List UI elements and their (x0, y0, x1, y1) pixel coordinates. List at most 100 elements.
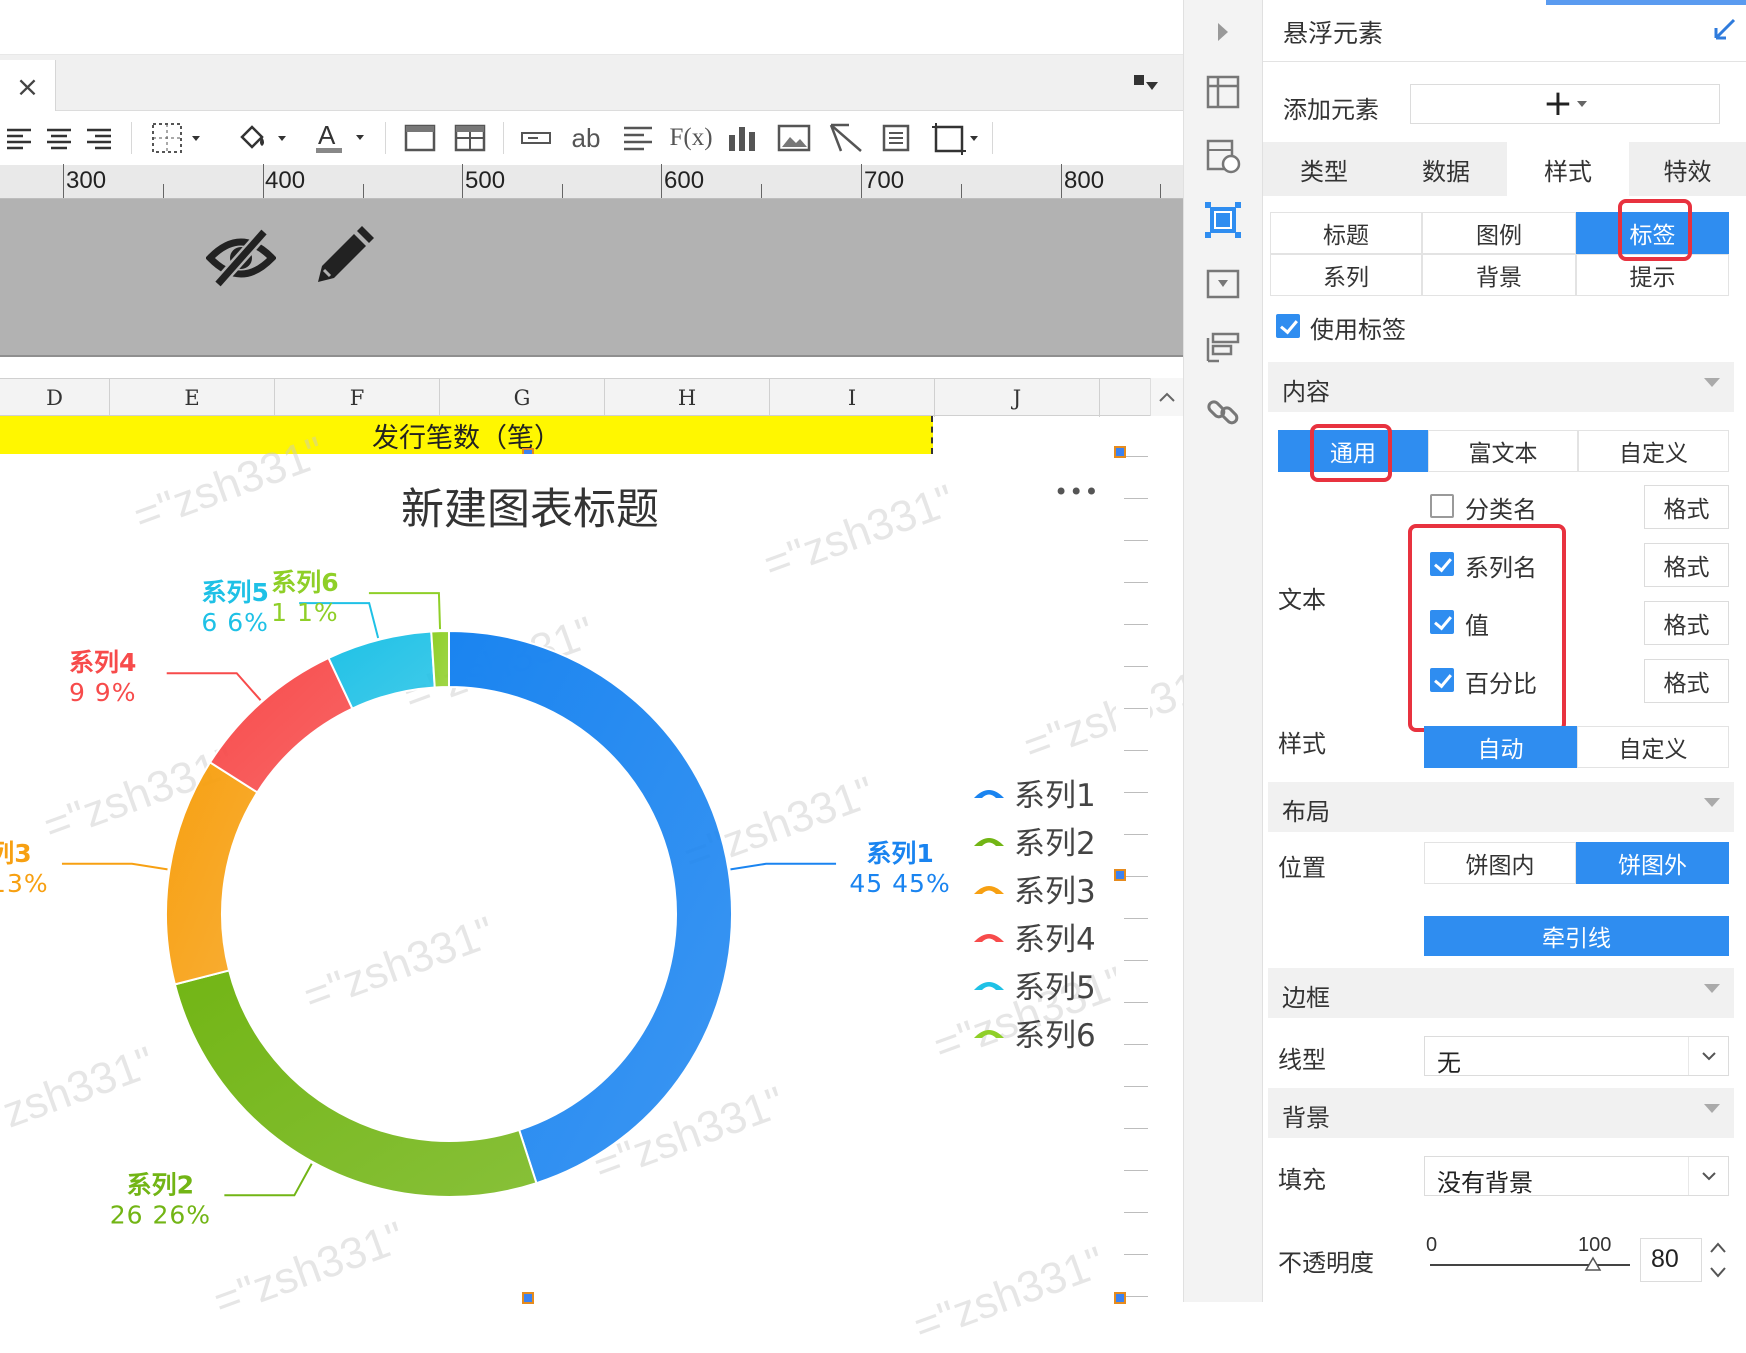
legend-item[interactable]: 系列1 (972, 770, 1096, 814)
column-header[interactable]: D (0, 379, 110, 417)
widget-icon[interactable] (1197, 258, 1249, 310)
resize-handle[interactable] (522, 1292, 534, 1304)
donut-slice-6[interactable] (430, 629, 450, 689)
document-tab-bar (0, 55, 1183, 111)
slash-cell-icon[interactable] (826, 116, 866, 160)
float-element-icon[interactable] (1197, 194, 1249, 246)
subtab-legend[interactable]: 图例 (1422, 212, 1576, 254)
donut-slice-1[interactable] (448, 629, 733, 1185)
row-guide-tick (1124, 1002, 1148, 1003)
section-content[interactable]: 内容 (1268, 362, 1734, 412)
subtab-title[interactable]: 标题 (1270, 212, 1422, 254)
fill-label: 填充 (1278, 1166, 1326, 1194)
frozen-icon[interactable] (876, 116, 916, 160)
cell-attr-icon[interactable] (1197, 66, 1249, 118)
tab-effect[interactable]: 特效 (1629, 142, 1746, 196)
header-cell[interactable]: 发行笔数（笔） (0, 416, 933, 454)
chart-icon[interactable] (722, 116, 762, 160)
category-name-checkbox[interactable] (1430, 494, 1454, 518)
section-layout[interactable]: 布局 (1268, 782, 1734, 832)
merge-cells-icon[interactable] (400, 116, 440, 160)
align-center-icon[interactable] (42, 116, 76, 160)
column-header[interactable]: H (605, 379, 770, 417)
paragraph-icon[interactable] (618, 116, 658, 160)
tab-style[interactable]: 样式 (1507, 142, 1629, 196)
format-button[interactable]: 格式 (1644, 601, 1729, 645)
align-left-icon[interactable] (2, 116, 36, 160)
chart-title[interactable]: 新建图表标题 (300, 475, 760, 537)
mode-custom[interactable]: 自定义 (1578, 430, 1729, 472)
font-color-icon[interactable]: A (310, 116, 372, 160)
data-label-value: 1 1% (271, 598, 339, 627)
split-cells-icon[interactable] (450, 116, 490, 160)
scroll-up-icon[interactable] (1150, 378, 1183, 416)
donut-chart[interactable]: 系列145 45%系列226 26%系列313 13%系列49 9%系列56 6… (0, 454, 1116, 1302)
mode-rich-text[interactable]: 富文本 (1428, 430, 1578, 472)
link-icon[interactable] (1197, 386, 1249, 438)
data-label-series-name: 系列5 (201, 578, 268, 607)
add-element-label: 添加元素 (1283, 96, 1379, 124)
column-header[interactable]: E (110, 379, 275, 417)
border-style-icon[interactable] (148, 116, 208, 160)
tab-type[interactable]: 类型 (1263, 142, 1385, 196)
section-border[interactable]: 边框 (1268, 968, 1734, 1018)
align-right-icon[interactable] (82, 116, 116, 160)
legend-marker-icon (974, 838, 1004, 846)
legend-item[interactable]: 系列4 (972, 914, 1096, 958)
tab-data[interactable]: 数据 (1385, 142, 1507, 196)
legend-item[interactable]: 系列2 (972, 818, 1096, 862)
hierarchy-icon[interactable] (1197, 322, 1249, 374)
chart-more-icon[interactable]: ••• (1054, 478, 1099, 506)
format-button[interactable]: 格式 (1644, 659, 1729, 703)
input-field-icon[interactable] (516, 116, 556, 160)
legend-item[interactable]: 系列6 (972, 1010, 1096, 1054)
column-header[interactable]: G (440, 379, 605, 417)
column-header[interactable]: F (275, 379, 440, 417)
use-label-checkbox[interactable] (1276, 314, 1300, 338)
donut-slice-4[interactable] (208, 656, 354, 794)
position-outside[interactable]: 饼图外 (1576, 842, 1729, 884)
row-guide-tick (1124, 1128, 1148, 1129)
cell-element-icon[interactable] (1197, 130, 1249, 182)
line-type-select[interactable]: 无 (1424, 1036, 1729, 1077)
tab-menu-icon[interactable] (1126, 64, 1166, 104)
add-element-button[interactable]: + (1410, 84, 1720, 124)
row-guide-tick (1124, 750, 1148, 751)
page-border-icon[interactable] (928, 116, 984, 160)
opacity-stepper[interactable] (1706, 1236, 1730, 1284)
resize-handle[interactable] (1114, 1292, 1126, 1304)
image-icon[interactable] (774, 116, 814, 160)
pin-icon[interactable] (1712, 14, 1740, 49)
resize-handle[interactable] (1114, 869, 1126, 881)
data-label-series-name: 系列4 (69, 648, 136, 677)
leader-line-button[interactable]: 牵引线 (1424, 916, 1729, 956)
close-tab-icon[interactable]: × (0, 60, 56, 112)
style-custom[interactable]: 自定义 (1577, 726, 1729, 768)
style-label: 样式 (1278, 730, 1326, 758)
collapse-arrow-icon[interactable] (1197, 6, 1249, 58)
fill-select[interactable]: 没有背景 (1424, 1156, 1729, 1197)
donut-slice-3[interactable] (165, 760, 259, 986)
hide-eye-icon[interactable] (205, 224, 277, 290)
edit-pencil-icon[interactable] (310, 224, 376, 290)
formula-icon[interactable]: F(x) (668, 116, 714, 160)
format-button[interactable]: 格式 (1644, 485, 1729, 529)
column-header[interactable]: J (935, 379, 1100, 417)
subtab-series[interactable]: 系列 (1270, 254, 1422, 296)
resize-handle[interactable] (1114, 446, 1126, 458)
opacity-slider-thumb[interactable] (1584, 1256, 1602, 1276)
position-inside[interactable]: 饼图内 (1424, 842, 1576, 884)
subtab-background[interactable]: 背景 (1422, 254, 1576, 296)
collapse-caret-icon (1704, 798, 1720, 807)
section-background[interactable]: 背景 (1268, 1088, 1734, 1138)
opacity-input[interactable]: 80 (1640, 1238, 1702, 1282)
legend-item[interactable]: 系列3 (972, 866, 1096, 910)
style-auto[interactable]: 自动 (1424, 726, 1577, 768)
fill-color-icon[interactable] (232, 116, 294, 160)
legend-item[interactable]: 系列5 (972, 962, 1096, 1006)
ruler-label: 500 (465, 167, 506, 194)
text-tool-icon[interactable]: ab (566, 116, 606, 160)
donut-slice-2[interactable] (173, 969, 538, 1198)
column-header[interactable]: I (770, 379, 935, 417)
format-button[interactable]: 格式 (1644, 543, 1729, 587)
